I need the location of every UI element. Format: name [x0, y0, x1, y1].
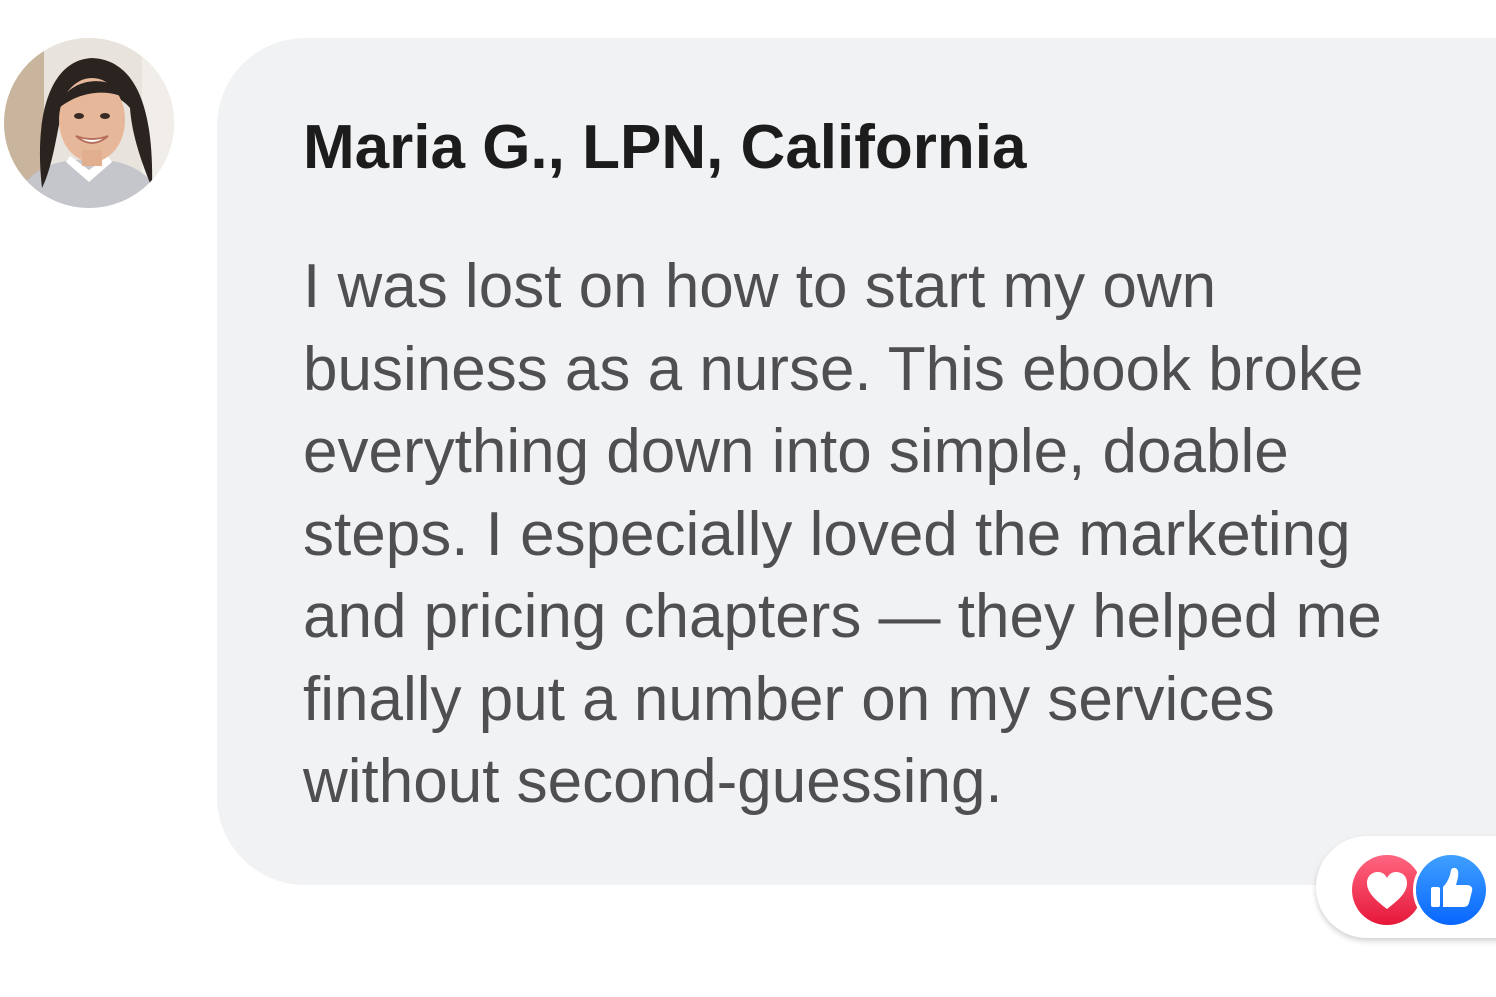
comment-text-line: I was lost on how to start my own [303, 252, 1217, 321]
comment-text-line: business as a nurse. This ebook broke [303, 334, 1364, 404]
comment-page: Maria G., LPN, California I was lost on … [0, 0, 1496, 997]
comment-text: I was lost on how to start my own busine… [303, 246, 1443, 824]
comment-text-line: finally put a number on my services [303, 664, 1275, 734]
user-photo-avatar [4, 38, 174, 208]
comment-author[interactable]: Maria G., LPN, California [303, 112, 1026, 183]
comment-text-line: everything down into simple, doable [303, 417, 1289, 486]
comment-text-line: without second-guessing. [303, 747, 1003, 816]
reactions-summary[interactable] [1316, 836, 1496, 938]
avatar[interactable] [4, 38, 174, 208]
comment-text-line: steps. I especially loved the marketing [303, 499, 1351, 569]
comment-text-line: and pricing chapters — they helped me [303, 582, 1382, 651]
like-reaction-icon [1413, 852, 1489, 928]
